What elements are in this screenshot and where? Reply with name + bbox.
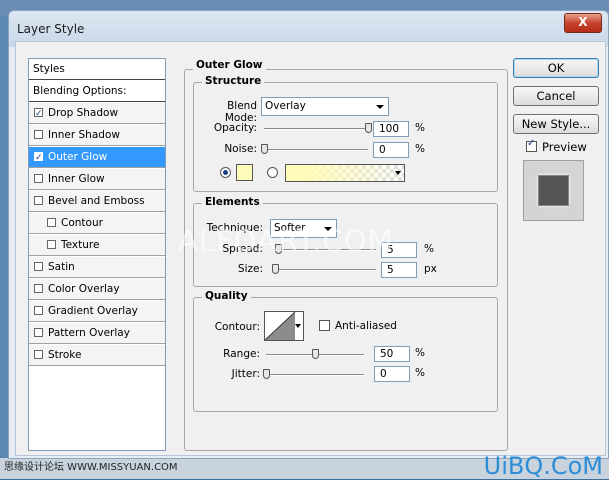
jitter-field[interactable]: 0	[374, 366, 410, 382]
cancel-button[interactable]: Cancel	[513, 86, 599, 106]
opacity-field[interactable]: 100	[373, 121, 409, 137]
structure-title: Structure	[202, 75, 265, 87]
contour-label: Contour:	[214, 321, 260, 333]
quality-title: Quality	[202, 290, 251, 302]
contour-checkbox[interactable]	[47, 218, 56, 227]
style-item-satin[interactable]: Satin	[29, 257, 165, 278]
size-field[interactable]: 5	[381, 262, 417, 278]
watermark-bottom-left: 思缘设计论坛 WWW.MISSYUAN.COM	[4, 462, 178, 473]
chevron-down-icon	[376, 105, 384, 109]
style-item-stroke[interactable]: Stroke	[29, 345, 165, 366]
style-item-texture[interactable]: Texture	[29, 235, 165, 256]
blend-mode-value: Overlay	[265, 100, 306, 112]
outer-glow-group: Outer Glow Structure Blend Mode: Overlay…	[184, 59, 508, 451]
style-item-outer-glow[interactable]: Outer Glow	[29, 147, 165, 169]
style-item-label: Texture	[61, 239, 100, 251]
opacity-slider-handle[interactable]	[365, 123, 372, 133]
anti-aliased-checkbox[interactable]	[319, 320, 330, 331]
blend-mode-label: Blend Mode:	[224, 100, 257, 124]
style-item-contour[interactable]: Contour	[29, 213, 165, 234]
texture-checkbox[interactable]	[47, 240, 56, 249]
glow-color-swatch[interactable]	[236, 164, 253, 181]
satin-checkbox[interactable]	[34, 262, 43, 271]
style-item-drop-shadow[interactable]: Drop Shadow	[29, 103, 165, 125]
dialog-title: Layer Style	[17, 22, 85, 36]
style-item-inner-glow[interactable]: Inner Glow	[29, 169, 165, 190]
style-item-label: Outer Glow	[48, 151, 108, 163]
spread-unit: %	[424, 243, 434, 255]
stroke-checkbox[interactable]	[34, 350, 43, 359]
inner-glow-checkbox[interactable]	[34, 174, 43, 183]
drop-shadow-checkbox[interactable]	[34, 104, 43, 125]
style-item-bevel-and-emboss[interactable]: Bevel and Emboss	[29, 191, 165, 212]
blending-options-item[interactable]: Blending Options: Default	[29, 81, 165, 118]
opacity-label: Opacity:	[213, 122, 257, 134]
outer-glow-title: Outer Glow	[193, 59, 266, 71]
styles-list: Styles Blending Options: Default Drop Sh…	[28, 58, 166, 451]
preview-thumbnail	[538, 175, 569, 206]
style-item-label: Gradient Overlay	[48, 305, 138, 317]
contour-picker[interactable]	[264, 311, 304, 341]
close-button[interactable]: X	[564, 13, 602, 33]
contour-preview-icon	[265, 312, 295, 340]
anti-aliased-label: Anti-aliased	[335, 320, 397, 332]
range-label: Range:	[223, 348, 260, 360]
preview-label: Preview	[542, 140, 587, 154]
style-item-label: Inner Glow	[48, 173, 105, 185]
preview-checkbox[interactable]	[526, 138, 537, 152]
structure-group: Structure Blend Mode: Overlay Opacity: 1…	[193, 75, 498, 192]
background-app-strip-left	[0, 16, 8, 479]
style-item-label: Drop Shadow	[48, 107, 119, 119]
size-slider[interactable]	[273, 269, 376, 271]
style-item-label: Contour	[61, 217, 103, 229]
range-slider-handle[interactable]	[312, 349, 319, 359]
gradient-overlay-checkbox[interactable]	[34, 306, 43, 315]
gradient-picker[interactable]	[285, 164, 405, 182]
bevel-and-emboss-checkbox[interactable]	[34, 196, 43, 205]
quality-group: Quality Contour: Anti-aliased Range: 50 …	[193, 290, 498, 412]
style-item-label: Bevel and Emboss	[48, 195, 145, 207]
outer-glow-checkbox[interactable]	[34, 148, 43, 169]
chevron-down-icon	[395, 171, 401, 175]
opacity-unit: %	[415, 122, 425, 134]
range-unit: %	[415, 347, 425, 359]
color-overlay-checkbox[interactable]	[34, 284, 43, 293]
range-field[interactable]: 50	[374, 346, 410, 362]
style-item-label: Color Overlay	[48, 283, 120, 295]
jitter-slider[interactable]	[266, 374, 364, 376]
noise-slider[interactable]	[264, 149, 368, 151]
style-item-label: Satin	[48, 261, 75, 273]
elements-title: Elements	[202, 196, 263, 208]
preview-swatch	[523, 160, 584, 221]
style-item-inner-shadow[interactable]: Inner Shadow	[29, 125, 165, 146]
jitter-label: Jitter:	[231, 368, 260, 380]
solid-color-radio[interactable]	[220, 167, 231, 178]
size-label: Size:	[237, 263, 263, 275]
inner-shadow-checkbox[interactable]	[34, 130, 43, 139]
jitter-slider-handle[interactable]	[263, 369, 270, 379]
size-slider-handle[interactable]	[272, 264, 280, 274]
gradient-radio[interactable]	[267, 167, 278, 178]
pattern-overlay-checkbox[interactable]	[34, 328, 43, 337]
style-item-label: Stroke	[48, 349, 82, 361]
blend-mode-dropdown[interactable]: Overlay	[261, 97, 389, 116]
chevron-down-icon	[295, 324, 301, 328]
ok-button[interactable]: OK	[513, 58, 599, 78]
watermark-bottom-right: UiBQ.CoM	[483, 452, 603, 480]
size-unit: px	[424, 263, 437, 275]
styles-header[interactable]: Styles	[29, 59, 165, 80]
opacity-slider[interactable]	[264, 128, 368, 130]
new-style-button[interactable]: New Style...	[513, 114, 599, 134]
style-item-label: Inner Shadow	[48, 129, 120, 141]
style-item-pattern-overlay[interactable]: Pattern Overlay	[29, 323, 165, 344]
jitter-unit: %	[415, 367, 425, 379]
watermark-center: ALFOART.COM	[178, 224, 394, 258]
style-item-label: Pattern Overlay	[48, 327, 130, 339]
noise-label: Noise:	[224, 143, 257, 155]
noise-field[interactable]: 0	[373, 142, 409, 158]
style-item-gradient-overlay[interactable]: Gradient Overlay	[29, 301, 165, 322]
style-item-color-overlay[interactable]: Color Overlay	[29, 279, 165, 300]
noise-slider-handle[interactable]	[261, 144, 268, 154]
noise-unit: %	[415, 143, 425, 155]
